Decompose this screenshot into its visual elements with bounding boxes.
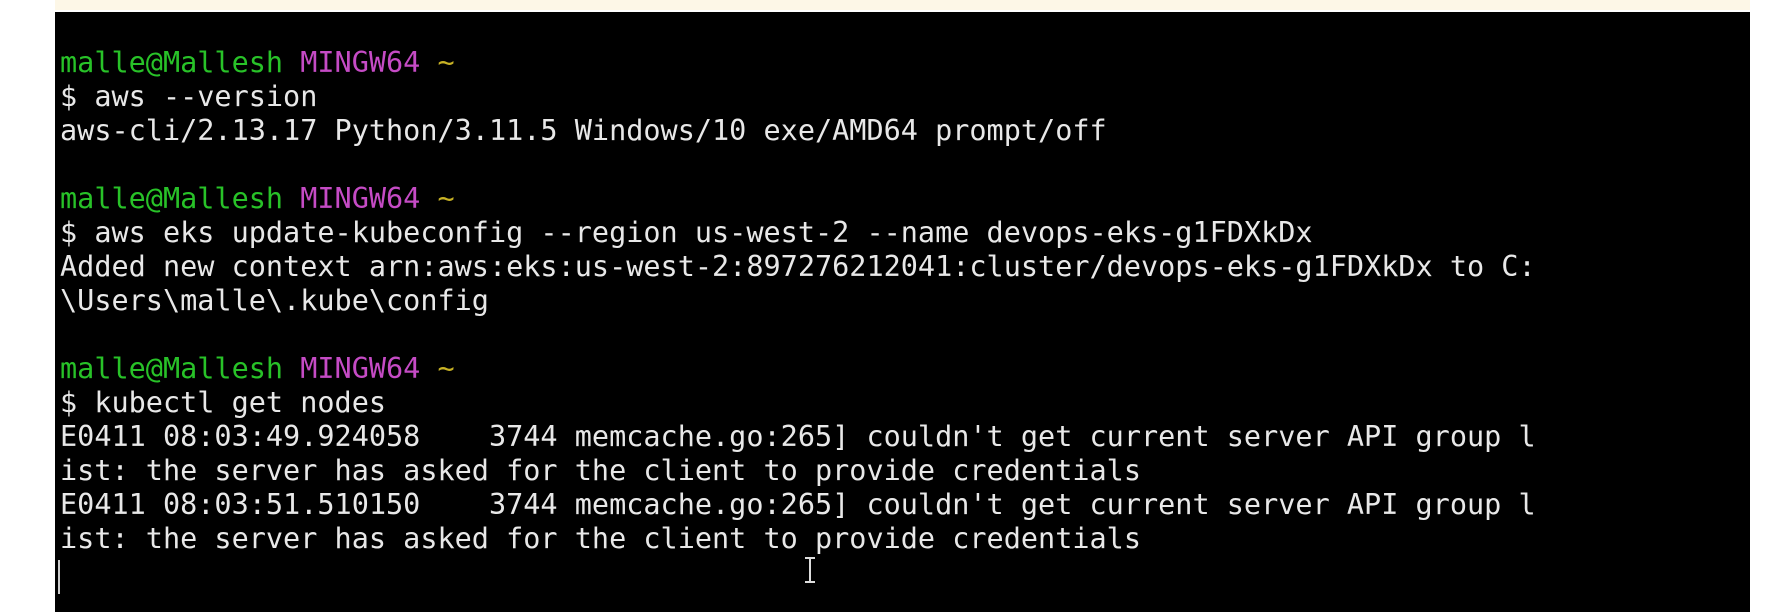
prompt-user: malle@Mallesh (60, 182, 284, 215)
prompt-host: MINGW64 (300, 182, 421, 215)
prompt-user: malle@Mallesh (60, 352, 284, 385)
prompt-host: MINGW64 (300, 352, 421, 385)
terminal-caret (58, 560, 60, 594)
prompt-user: malle@Mallesh (60, 46, 284, 79)
command-line: $ aws eks update-kubeconfig --region us-… (60, 216, 1313, 249)
prompt-directory: ~ (437, 182, 455, 215)
output-line: Added new context arn:aws:eks:us-west-2:… (60, 250, 1536, 283)
error-line: E0411 08:03:49.924058 3744 memcache.go:2… (60, 420, 1536, 453)
command-line: $ aws --version (60, 80, 318, 113)
prompt-directory: ~ (437, 46, 455, 79)
prompt-directory: ~ (437, 352, 455, 385)
text-ibeam-cursor-icon (805, 557, 815, 583)
window-top-bar (55, 0, 1750, 10)
prompt-line: malle@Mallesh MINGW64 ~ (60, 182, 1750, 216)
prompt-line: malle@Mallesh MINGW64 ~ (60, 46, 1750, 80)
prompt-host: MINGW64 (300, 46, 421, 79)
error-line: E0411 08:03:51.510150 3744 memcache.go:2… (60, 488, 1536, 521)
right-margin (1750, 0, 1783, 612)
prompt-line: malle@Mallesh MINGW64 ~ (60, 352, 1750, 386)
output-line: \Users\malle\.kube\config (60, 284, 489, 317)
error-line: ist: the server has asked for the client… (60, 522, 1141, 555)
output-line: aws-cli/2.13.17 Python/3.11.5 Windows/10… (60, 114, 1107, 147)
left-margin (0, 0, 55, 612)
error-line: ist: the server has asked for the client… (60, 454, 1141, 487)
terminal-window[interactable]: malle@Mallesh MINGW64 ~ $ aws --version … (55, 12, 1750, 612)
command-line: $ kubectl get nodes (60, 386, 387, 419)
